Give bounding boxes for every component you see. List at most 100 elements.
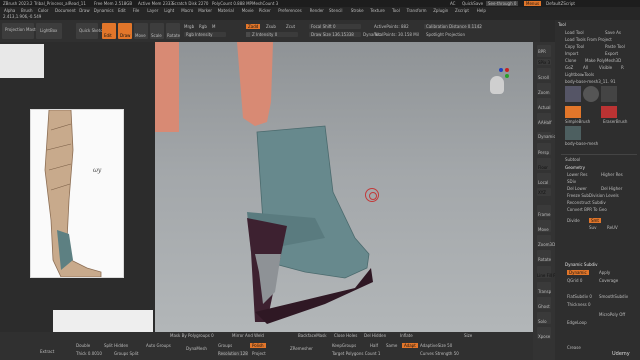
- save-as-button[interactable]: Save As: [605, 30, 621, 35]
- r-button[interactable]: R: [621, 65, 624, 70]
- menu-item-help[interactable]: Help: [477, 8, 486, 13]
- visible-button[interactable]: Visible: [599, 65, 612, 70]
- extract-button[interactable]: Extract: [40, 349, 54, 354]
- keepgroups-toggle[interactable]: KeepGroups: [332, 343, 356, 348]
- menu-item-transform[interactable]: Transform: [407, 8, 427, 13]
- inflate-slider[interactable]: Inflate: [400, 333, 413, 338]
- menu-item-edit[interactable]: Edit: [118, 8, 126, 13]
- bpr-button[interactable]: BPR: [537, 45, 551, 57]
- lower-res-button[interactable]: Lower Res: [567, 172, 587, 177]
- sdiv-slider[interactable]: SDiv: [567, 179, 576, 184]
- calibration-distance-slider[interactable]: Calibration Distance 0.1142: [424, 24, 482, 29]
- projection-master-button[interactable]: Projection Master: [2, 23, 40, 39]
- z-intensity-slider[interactable]: Z Intensity 0: [246, 32, 298, 37]
- freeze-subdiv-button[interactable]: Freeze SubDivision Levels: [567, 193, 619, 198]
- tool-thumb-body-2[interactable]: [565, 126, 581, 140]
- m-toggle[interactable]: M: [212, 24, 215, 29]
- focal-shift-slider[interactable]: Focal Shift 0: [309, 24, 361, 29]
- reconstruct-subdiv-button[interactable]: Reconstruct Subdiv: [567, 200, 606, 205]
- paste-tool-button[interactable]: Paste Tool: [605, 44, 625, 49]
- mirror-and-weld-button[interactable]: Mirror And Weld: [232, 333, 264, 338]
- dynamic-subdiv-header[interactable]: Dynamic Subdiv: [565, 262, 598, 267]
- draw-size-slider[interactable]: Draw Size 136.15338: [309, 32, 361, 37]
- del-higher-button[interactable]: Del Higher: [601, 186, 622, 191]
- zsub-toggle[interactable]: Zsub: [266, 24, 276, 29]
- close-holes-button[interactable]: Close Holes: [334, 333, 357, 338]
- mask-by-polygroups-slider[interactable]: Mask By Polygroups 0: [170, 333, 214, 338]
- reuv-toggle[interactable]: ReUV: [607, 225, 618, 230]
- load-tools-from-project-button[interactable]: Load Tools From Project: [565, 37, 612, 42]
- suv-toggle[interactable]: Suv: [589, 225, 596, 230]
- del-lower-button[interactable]: Del Lower: [567, 186, 587, 191]
- rotate-view-button[interactable]: Rotate: [537, 250, 551, 262]
- geometry-header[interactable]: Geometry: [565, 165, 585, 170]
- import-button[interactable]: Import: [565, 51, 578, 56]
- dynamic-subdiv-toggle[interactable]: Dynamic: [567, 270, 589, 275]
- thickness-slider[interactable]: Thickness 0: [567, 302, 591, 307]
- menu-item-preferences[interactable]: Preferences: [278, 8, 302, 13]
- spix-slider[interactable]: SPix 3: [537, 59, 551, 65]
- menu-item-draw[interactable]: Draw: [79, 8, 89, 13]
- quick-sketch-button[interactable]: Quick Sketch: [76, 23, 105, 39]
- menu-item-alpha[interactable]: Alpha: [4, 8, 15, 13]
- tool-thumb-sphere[interactable]: [583, 86, 599, 102]
- edit-button[interactable]: Edit: [102, 23, 116, 39]
- all-button[interactable]: All: [583, 65, 588, 70]
- auto-groups-button[interactable]: Auto Groups: [146, 343, 171, 348]
- tool-thumb-alpha[interactable]: [601, 86, 617, 102]
- mrgb-toggle[interactable]: Mrgb: [184, 24, 194, 29]
- export-button[interactable]: Export: [605, 51, 618, 56]
- menu-item-macro[interactable]: Macro: [181, 8, 193, 13]
- coverage-slider[interactable]: Coverage: [599, 278, 618, 283]
- rgb-intensity-slider[interactable]: Rgb Intensity: [184, 32, 226, 37]
- groups-split-button[interactable]: Groups Split: [114, 351, 138, 356]
- copy-tool-button[interactable]: Copy Tool: [565, 44, 584, 49]
- gizmo-icon[interactable]: [488, 66, 512, 96]
- tool-header[interactable]: Tool: [558, 22, 566, 27]
- smooth-subdiv-slider[interactable]: SmoothSubdiv: [599, 294, 628, 299]
- crease-header[interactable]: Crease: [567, 345, 581, 350]
- quicksave-button[interactable]: QuickSave: [462, 1, 483, 6]
- scroll-button[interactable]: Scroll: [537, 68, 551, 80]
- del-hidden-button[interactable]: Del Hidden: [364, 333, 386, 338]
- double-toggle[interactable]: Double: [76, 343, 90, 348]
- aahalf-button[interactable]: AAHalf: [537, 113, 552, 125]
- subtool-header[interactable]: Subtool: [565, 157, 580, 162]
- local-button[interactable]: Local: [537, 173, 551, 185]
- zadd-toggle[interactable]: Zadd: [246, 24, 261, 29]
- floor-button[interactable]: Floor: [537, 158, 551, 170]
- 3d-viewport[interactable]: [155, 42, 540, 332]
- size-slider[interactable]: Size: [464, 333, 472, 338]
- solo-button[interactable]: Solo: [537, 312, 551, 324]
- divide-button[interactable]: Divide: [567, 218, 580, 223]
- zoom3d-button[interactable]: Zoom3D: [537, 235, 555, 247]
- spotlight-projection-button[interactable]: Spotlight Projection: [426, 32, 465, 37]
- menu-item-zplugin[interactable]: Zplugin: [433, 8, 448, 13]
- higher-res-button[interactable]: Higher Res: [601, 172, 623, 177]
- backface-mask-button[interactable]: BackfaceMask: [298, 333, 327, 338]
- menu-item-document[interactable]: Document: [55, 8, 76, 13]
- groups-toggle[interactable]: Groups: [218, 343, 232, 348]
- scale-button[interactable]: Scale: [150, 23, 164, 39]
- default-script[interactable]: DefaultZScript: [546, 1, 575, 6]
- qgrid-slider[interactable]: QGrid 0: [567, 278, 582, 283]
- menu-item-dynamics[interactable]: Dynamics: [94, 8, 114, 13]
- xpose-button[interactable]: Xpose: [537, 327, 551, 339]
- dynamesh-button[interactable]: DynaMesh: [186, 346, 207, 351]
- menu-item-tool[interactable]: Tool: [392, 8, 400, 13]
- transp-button[interactable]: Transp: [537, 282, 551, 294]
- apply-button[interactable]: Apply: [599, 270, 610, 275]
- menu-item-picker[interactable]: Picker: [259, 8, 271, 13]
- convert-bpr-button[interactable]: Convert BPR To Geo: [567, 207, 607, 212]
- dynamic-persp-button[interactable]: Dynamic: [537, 132, 556, 140]
- menu-item-movie[interactable]: Movie: [242, 8, 254, 13]
- clone-button[interactable]: Clone: [565, 58, 576, 63]
- menu-item-brush[interactable]: Brush: [21, 8, 33, 13]
- zoom-button[interactable]: Zoom: [537, 83, 551, 95]
- adapt-toggle[interactable]: Adapt: [402, 343, 418, 348]
- tool-thumb-eraser[interactable]: [601, 106, 617, 118]
- see-through-slider[interactable]: See-through 0: [486, 1, 519, 6]
- menu-item-marker[interactable]: Marker: [198, 8, 212, 13]
- menu-item-color[interactable]: Color: [38, 8, 48, 13]
- split-hidden-button[interactable]: Split Hidden: [104, 343, 128, 348]
